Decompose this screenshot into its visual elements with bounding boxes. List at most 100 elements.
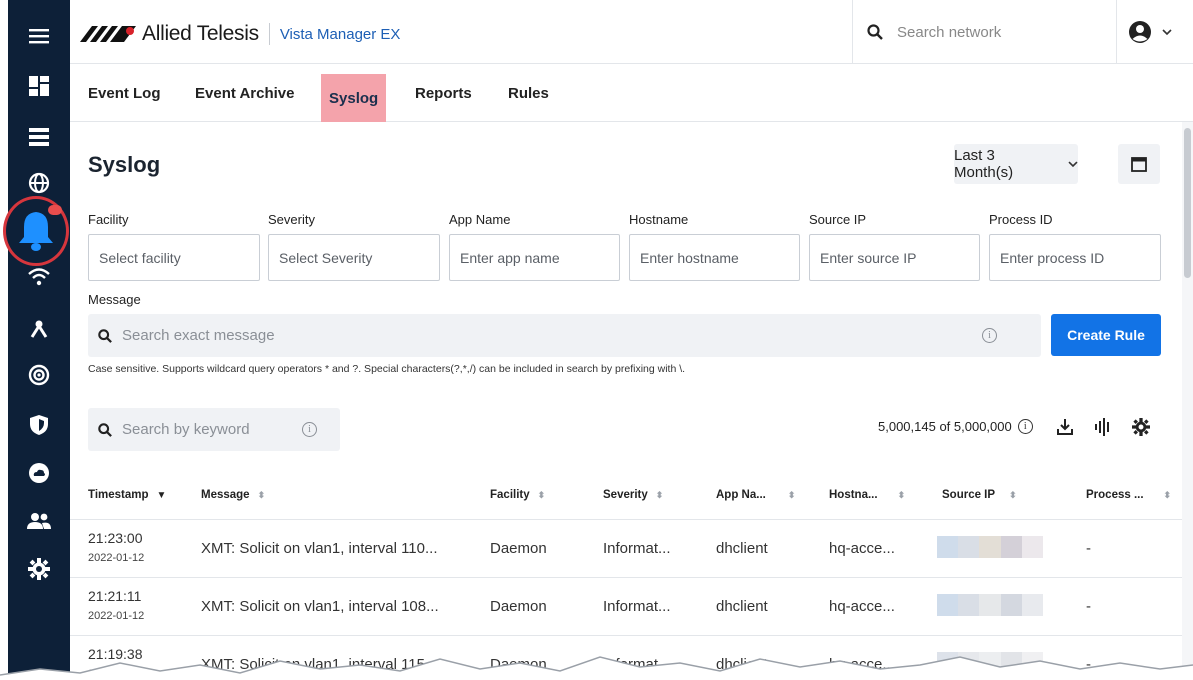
scrollbar-thumb[interactable] <box>1184 128 1191 278</box>
facility-label: Facility <box>88 212 129 227</box>
info-icon[interactable]: i <box>302 422 317 437</box>
tab-rules[interactable]: Rules <box>508 64 549 122</box>
severity-label: Severity <box>268 212 315 227</box>
column-label: Process ... <box>1086 489 1144 501</box>
facility-select[interactable] <box>88 234 260 281</box>
content-scrollbar[interactable] <box>1182 122 1193 680</box>
gear-icon <box>1132 418 1150 436</box>
brand-name: Allied Telesis <box>142 22 259 45</box>
date-range-label: Last 3 Month(s) <box>954 147 1014 181</box>
hostname-input[interactable] <box>629 234 800 281</box>
syslog-content: Syslog Last 3 Month(s) Facility Severity… <box>70 122 1182 680</box>
search-icon <box>98 328 112 343</box>
alarm-badge <box>48 205 62 215</box>
tab-syslog[interactable]: Syslog <box>321 74 387 126</box>
result-count: 5,000,145 of 5,000,000 i <box>878 419 1033 434</box>
row-app-name: dhclient <box>716 598 768 615</box>
tab-event-archive[interactable]: Event Archive <box>195 64 295 122</box>
column-severity[interactable]: Severity ⬍ <box>603 470 663 520</box>
logo-divider <box>268 23 270 45</box>
column-label: Message <box>201 489 250 501</box>
row-time: 21:23:00 <box>88 530 143 546</box>
info-icon[interactable]: i <box>982 328 997 343</box>
row-date: 2022-01-12 <box>88 552 145 564</box>
table-header: Timestamp ▼ Message ⬍ Facility ⬍ Severity ⬍ … <box>70 470 1182 520</box>
topology-icon[interactable] <box>8 318 70 340</box>
sort-desc-icon: ▼ <box>156 489 167 501</box>
row-message: XMT: Solicit on vlan1, interval 108... <box>201 598 439 615</box>
list-icon[interactable] <box>8 128 70 146</box>
severity-select[interactable] <box>268 234 440 281</box>
torn-edge-decoration <box>0 656 1193 680</box>
chevron-down-icon <box>1068 161 1078 168</box>
row-process-id: - <box>1086 540 1091 557</box>
alarm-bell-button[interactable] <box>3 196 69 266</box>
row-process-id: - <box>1086 598 1091 615</box>
row-facility: Daemon <box>490 598 547 615</box>
process-id-label: Process ID <box>989 212 1053 227</box>
users-icon[interactable] <box>8 512 70 530</box>
column-app-name[interactable]: App Na... ⬍ <box>716 470 795 520</box>
tab-event-log[interactable]: Event Log <box>88 64 161 122</box>
chevron-down-icon <box>1162 29 1172 36</box>
row-severity: Informat... <box>603 540 671 557</box>
message-label: Message <box>88 292 141 307</box>
column-label: Facility <box>490 489 530 501</box>
create-rule-button[interactable]: Create Rule <box>1051 314 1161 356</box>
keyword-search[interactable]: i <box>88 408 340 451</box>
source-ip-input[interactable] <box>809 234 980 281</box>
search-icon <box>867 24 883 40</box>
top-bar: Allied Telesis Vista Manager EX <box>70 0 1193 64</box>
sort-icon: ⬍ <box>897 489 906 500</box>
column-message[interactable]: Message ⬍ <box>201 470 265 520</box>
settings-gear-icon[interactable] <box>8 558 70 580</box>
dashboard-icon[interactable] <box>8 76 70 96</box>
radar-icon[interactable] <box>8 364 70 386</box>
column-hostname[interactable]: Hostna... ⬍ <box>829 470 905 520</box>
keyword-search-input[interactable] <box>122 421 302 438</box>
column-source-ip[interactable]: Source IP ⬍ <box>942 470 1017 520</box>
cloud-icon[interactable] <box>8 462 70 484</box>
hamburger-menu-icon[interactable] <box>8 28 70 44</box>
calendar-button[interactable] <box>1118 144 1160 184</box>
date-range-select[interactable]: Last 3 Month(s) <box>954 144 1078 184</box>
download-button[interactable] <box>1054 416 1076 438</box>
search-hint: Case sensitive. Supports wildcard query … <box>88 363 686 375</box>
bars-icon <box>1095 418 1109 436</box>
product-name: Vista Manager EX <box>279 25 401 43</box>
table-row[interactable]: 21:23:00 2022-01-12 XMT: Solicit on vlan… <box>70 520 1182 578</box>
sort-icon: ⬍ <box>1009 489 1017 500</box>
shield-icon[interactable] <box>8 414 70 436</box>
column-label: Source IP <box>942 489 996 501</box>
globe-icon[interactable] <box>8 172 70 194</box>
info-icon[interactable]: i <box>1017 419 1033 434</box>
network-search[interactable] <box>852 0 1117 64</box>
table-row[interactable]: 21:21:11 2022-01-12 XMT: Solicit on vlan… <box>70 578 1182 636</box>
app-name-input[interactable] <box>449 234 620 281</box>
column-facility[interactable]: Facility ⬍ <box>490 470 545 520</box>
wifi-icon[interactable] <box>8 268 70 286</box>
side-rail <box>8 0 70 680</box>
column-process-id[interactable]: Process ... ⬍ <box>1086 470 1171 520</box>
columns-button[interactable] <box>1092 416 1114 438</box>
download-icon <box>1057 419 1073 435</box>
network-search-input[interactable] <box>897 23 1097 41</box>
allied-telesis-logo-icon <box>80 26 136 42</box>
column-label: Timestamp <box>88 489 149 501</box>
user-menu[interactable] <box>1128 20 1172 44</box>
process-id-input[interactable] <box>989 234 1161 281</box>
message-search[interactable]: i <box>88 314 1041 357</box>
message-search-input[interactable] <box>122 327 982 344</box>
column-label: Hostna... <box>829 489 878 501</box>
row-source-ip-redacted <box>937 594 1044 616</box>
tab-reports[interactable]: Reports <box>415 64 472 122</box>
result-count-text: 5,000,145 of 5,000,000 <box>878 419 1012 434</box>
sort-icon: ⬍ <box>1163 489 1172 500</box>
brand-logo[interactable]: Allied Telesis Vista Manager EX <box>80 22 400 46</box>
bell-icon <box>19 212 53 251</box>
row-hostname: hq-acce... <box>829 540 895 557</box>
column-timestamp[interactable]: Timestamp ▼ <box>88 470 166 520</box>
page-title: Syslog <box>88 152 161 177</box>
table-settings-button[interactable] <box>1130 416 1152 438</box>
row-app-name: dhclient <box>716 540 768 557</box>
